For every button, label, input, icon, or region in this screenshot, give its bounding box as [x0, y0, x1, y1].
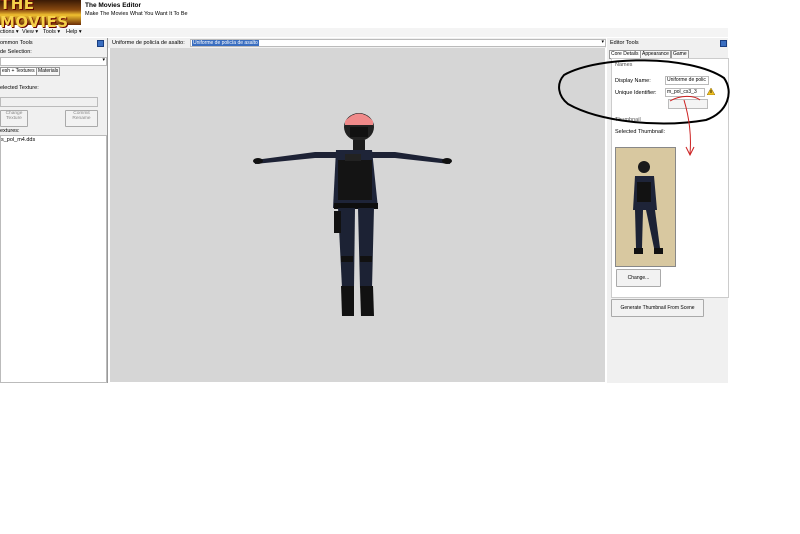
texture-name-field[interactable]	[0, 97, 98, 107]
menu-view[interactable]: View ▾	[22, 29, 38, 35]
thumbnail-section-label: Thumbnail	[615, 117, 641, 123]
core-details-content: Names Display Name: Uniforme de polic Un…	[611, 58, 729, 298]
display-name-field[interactable]: Uniforme de polic	[665, 76, 709, 85]
selection-dropdown[interactable]: ▾	[0, 57, 107, 66]
tab-materials[interactable]: Materials	[36, 67, 61, 76]
object-dropdown[interactable]: Uniforme de policía de asalto ▾	[190, 39, 606, 47]
names-section-label: Names	[615, 62, 633, 68]
common-tools-panel: ommon Tools de Selection: ▾ esh + Textur…	[0, 38, 108, 383]
rename-button[interactable]	[668, 99, 708, 109]
chevron-down-icon: ▾	[601, 39, 604, 45]
change-texture-button[interactable]: Change Texture	[0, 110, 28, 127]
app-logo: THE MOVIES	[0, 0, 81, 31]
textures-list[interactable]: s_pol_m4.dds	[0, 135, 107, 383]
object-value: Uniforme de policía de asalto	[192, 40, 259, 46]
menu-tools[interactable]: Tools ▾	[43, 29, 60, 35]
selection-label: de Selection:	[0, 49, 32, 55]
app-title: The Movies Editor	[85, 2, 141, 9]
panel-title: ommon Tools	[0, 40, 33, 46]
menu-help[interactable]: Help ▾	[66, 29, 82, 35]
list-item[interactable]: s_pol_m4.dds	[1, 137, 35, 143]
selected-texture-label: elected Texture:	[0, 85, 39, 91]
pin-icon[interactable]	[720, 40, 727, 47]
button-label-line2: Rename	[72, 116, 91, 121]
object-bar: Uniforme de policía de asalto: Uniforme …	[108, 38, 606, 48]
thumbnail-image	[615, 147, 676, 267]
tab-mesh-textures[interactable]: esh + Textures	[0, 67, 37, 76]
display-name-value: Uniforme de polic	[667, 77, 706, 83]
unique-id-field[interactable]: m_pol_cs3_3	[665, 88, 705, 97]
pin-icon[interactable]	[97, 40, 104, 47]
commit-rename-button[interactable]: Commit Rename	[65, 110, 98, 127]
character-model	[253, 113, 452, 316]
menu-actions[interactable]: ctions ▾	[0, 29, 19, 35]
chevron-down-icon: ▾	[102, 57, 105, 63]
unique-id-value: m_pol_cs3_3	[667, 89, 697, 95]
warning-icon	[707, 88, 715, 95]
panel-title: Editor Tools	[610, 40, 639, 46]
app-subtitle: Make The Movies What You Want It To Be	[85, 11, 188, 17]
unique-id-label: Unique Identifier:	[615, 90, 657, 96]
object-label: Uniforme de policía de asalto:	[112, 40, 185, 46]
display-name-label: Display Name:	[615, 78, 651, 84]
generate-thumbnail-button[interactable]: Generate Thumbnail From Scene	[611, 299, 704, 317]
menu-bar: ctions ▾ View ▾ Tools ▾ Help ▾	[0, 28, 728, 37]
selected-thumbnail-label: Selected Thumbnail:	[615, 129, 666, 135]
button-label-line2: Texture	[6, 116, 22, 121]
textures-label: extures:	[0, 128, 20, 134]
change-thumbnail-button[interactable]: Change...	[616, 269, 661, 287]
3d-viewport[interactable]	[110, 48, 605, 382]
